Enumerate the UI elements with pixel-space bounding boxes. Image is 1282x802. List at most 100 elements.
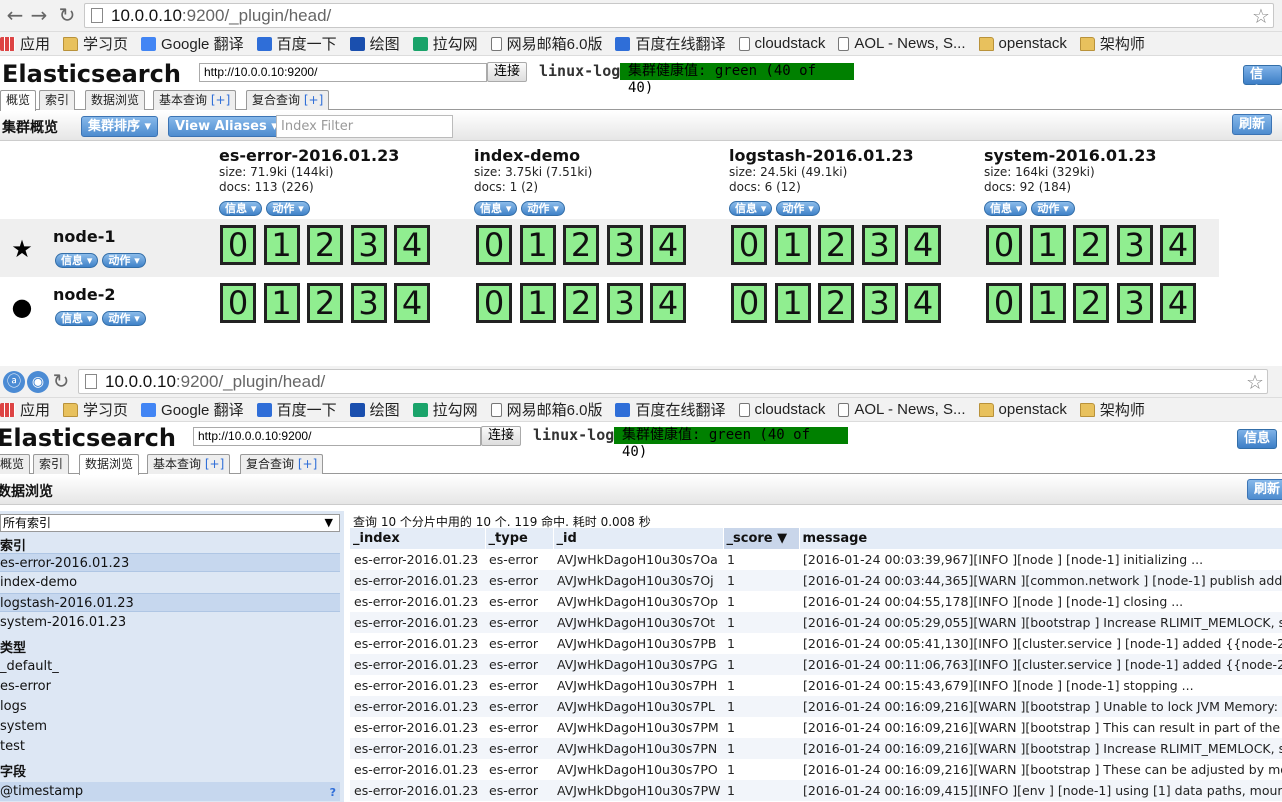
- tab-overview[interactable]: 概览: [0, 454, 31, 474]
- shard-box[interactable]: 0: [476, 283, 512, 323]
- bookmark-baidu-translate[interactable]: 百度在线翻译: [615, 33, 726, 54]
- bookmark-baidu-translate[interactable]: 百度在线翻译: [615, 399, 726, 420]
- shard-box[interactable]: 2: [1073, 225, 1109, 265]
- column-header-index[interactable]: _index: [350, 528, 486, 549]
- bookmark-apps[interactable]: 应用: [0, 399, 50, 420]
- column-header-type[interactable]: _type: [485, 528, 554, 549]
- bookmark-xuexiye[interactable]: 学习页: [63, 399, 128, 420]
- bookmark-architect[interactable]: 架构师: [1079, 399, 1145, 420]
- table-row[interactable]: es-error-2016.01.23 es-error AVJwHkDagoH10…: [350, 738, 1282, 759]
- forward-icon[interactable]: →: [28, 4, 50, 26]
- bookmark-baidu[interactable]: 百度一下: [256, 399, 337, 420]
- tab-browser[interactable]: 数据浏览: [79, 454, 140, 475]
- sidebar-type-item[interactable]: system: [0, 717, 340, 736]
- index-filter-input[interactable]: Index Filter: [276, 115, 453, 138]
- shard-box[interactable]: 4: [1160, 283, 1196, 323]
- tab-any-request[interactable]: 复合查询 [+]: [240, 454, 324, 474]
- bookmark-aol[interactable]: AOL - News, S...: [838, 401, 966, 418]
- shard-box[interactable]: 3: [861, 283, 898, 323]
- extension-eye-icon[interactable]: ◉: [27, 371, 49, 393]
- shard-box[interactable]: 1: [519, 283, 556, 323]
- shard-box[interactable]: 2: [818, 283, 854, 323]
- back-icon[interactable]: ←: [4, 4, 26, 26]
- shard-box[interactable]: 4: [905, 283, 941, 323]
- table-row[interactable]: es-error-2016.01.23 es-error AVJwHkDbgoH10…: [350, 780, 1282, 801]
- shard-box[interactable]: 0: [731, 225, 767, 265]
- index-select[interactable]: 所有索引 ▼: [0, 514, 340, 532]
- index-info-button[interactable]: 信息 ▾: [219, 201, 263, 216]
- shard-box[interactable]: 3: [606, 225, 643, 265]
- connect-url-input[interactable]: http://10.0.0.10:9200/: [193, 427, 481, 446]
- sidebar-index-item[interactable]: logstash-2016.01.23: [0, 593, 340, 612]
- shard-box[interactable]: 3: [1116, 283, 1153, 323]
- index-action-button[interactable]: 动作 ▾: [266, 201, 310, 216]
- tab-any-request[interactable]: 复合查询 [+]: [246, 90, 330, 110]
- bookmark-draw[interactable]: 绘图: [349, 33, 400, 54]
- connect-button[interactable]: 连接: [487, 62, 528, 82]
- index-action-button[interactable]: 动作 ▾: [776, 201, 820, 216]
- bookmark-lagou[interactable]: 拉勾网: [412, 33, 478, 54]
- sidebar-type-item[interactable]: es-error: [0, 677, 340, 696]
- bookmark-aol[interactable]: AOL - News, S...: [838, 35, 966, 52]
- bookmark-star-icon[interactable]: ☆: [1252, 4, 1270, 28]
- shard-box[interactable]: 0: [220, 283, 256, 323]
- address-bar[interactable]: 10.0.0.10:9200/_plugin/head/: [78, 369, 1268, 394]
- table-row[interactable]: es-error-2016.01.23 es-error AVJwHkDagoH10…: [350, 591, 1282, 612]
- bookmark-baidu[interactable]: 百度一下: [256, 33, 337, 54]
- sidebar-field-item[interactable]: @timestamp?: [0, 782, 340, 801]
- info-dropdown-button[interactable]: 信息: [1243, 65, 1282, 100]
- bookmark-openstack[interactable]: openstack: [978, 35, 1067, 52]
- tab-overview[interactable]: 概览: [0, 90, 37, 111]
- table-row[interactable]: es-error-2016.01.23 es-error AVJwHkDagoH10…: [350, 570, 1282, 591]
- shard-box[interactable]: 3: [1116, 225, 1153, 265]
- bookmark-163mail[interactable]: 网易邮箱6.0版: [490, 33, 602, 54]
- table-row[interactable]: es-error-2016.01.23 es-error AVJwHkDagoH10…: [350, 759, 1282, 780]
- column-header-message[interactable]: message: [799, 528, 1282, 549]
- bookmark-draw[interactable]: 绘图: [349, 399, 400, 420]
- shard-box[interactable]: 3: [350, 283, 387, 323]
- tab-browser[interactable]: 数据浏览: [85, 90, 146, 110]
- shard-box[interactable]: 1: [263, 225, 300, 265]
- connect-button[interactable]: 连接: [481, 426, 522, 446]
- shard-box[interactable]: 3: [350, 225, 387, 265]
- node-info-button[interactable]: 信息 ▾: [55, 253, 99, 268]
- index-action-button[interactable]: 动作 ▾: [1031, 201, 1075, 216]
- reload-icon[interactable]: ↻: [56, 4, 78, 26]
- bookmark-lagou[interactable]: 拉勾网: [412, 399, 478, 420]
- tab-indices[interactable]: 索引: [39, 90, 76, 110]
- bookmark-architect[interactable]: 架构师: [1079, 33, 1145, 54]
- table-row[interactable]: es-error-2016.01.23 es-error AVJwHkDagoH10…: [350, 612, 1282, 633]
- view-aliases-button[interactable]: View Aliases ▾: [168, 116, 285, 137]
- index-info-button[interactable]: 信息 ▾: [729, 201, 773, 216]
- bookmark-star-icon[interactable]: ☆: [1246, 370, 1264, 394]
- table-row[interactable]: es-error-2016.01.23 es-error AVJwHkDagoH10…: [350, 696, 1282, 717]
- shard-box[interactable]: 4: [394, 283, 430, 323]
- shard-box[interactable]: 4: [650, 283, 686, 323]
- shard-box[interactable]: 1: [1029, 283, 1066, 323]
- shard-box[interactable]: 1: [774, 225, 811, 265]
- node-action-button[interactable]: 动作 ▾: [102, 311, 146, 326]
- cluster-sort-button[interactable]: 集群排序 ▾: [81, 116, 159, 137]
- table-row[interactable]: es-error-2016.01.23 es-error AVJwHkDagoH10…: [350, 717, 1282, 738]
- sidebar-type-item[interactable]: logs: [0, 697, 340, 716]
- index-info-button[interactable]: 信息 ▾: [984, 201, 1028, 216]
- tab-indices[interactable]: 索引: [33, 454, 70, 474]
- shard-box[interactable]: 3: [861, 225, 898, 265]
- shard-box[interactable]: 2: [1073, 283, 1109, 323]
- shard-box[interactable]: 0: [220, 225, 256, 265]
- reload-icon[interactable]: ↻: [50, 370, 72, 392]
- shard-box[interactable]: 1: [263, 283, 300, 323]
- sidebar-index-item[interactable]: system-2016.01.23: [0, 613, 340, 632]
- shard-box[interactable]: 0: [476, 225, 512, 265]
- table-row[interactable]: es-error-2016.01.23 es-error AVJwHkDagoH10…: [350, 633, 1282, 654]
- index-action-button[interactable]: 动作 ▾: [521, 201, 565, 216]
- shard-box[interactable]: 4: [394, 225, 430, 265]
- tab-structured-query[interactable]: 基本查询 [+]: [147, 454, 231, 474]
- shard-box[interactable]: 0: [986, 283, 1022, 323]
- sidebar-index-item[interactable]: index-demo: [0, 573, 340, 592]
- bookmark-google-translate[interactable]: Google 翻译: [141, 399, 244, 420]
- bookmark-163mail[interactable]: 网易邮箱6.0版: [490, 399, 602, 420]
- index-info-button[interactable]: 信息 ▾: [474, 201, 518, 216]
- shard-box[interactable]: 2: [563, 283, 599, 323]
- shard-box[interactable]: 1: [774, 283, 811, 323]
